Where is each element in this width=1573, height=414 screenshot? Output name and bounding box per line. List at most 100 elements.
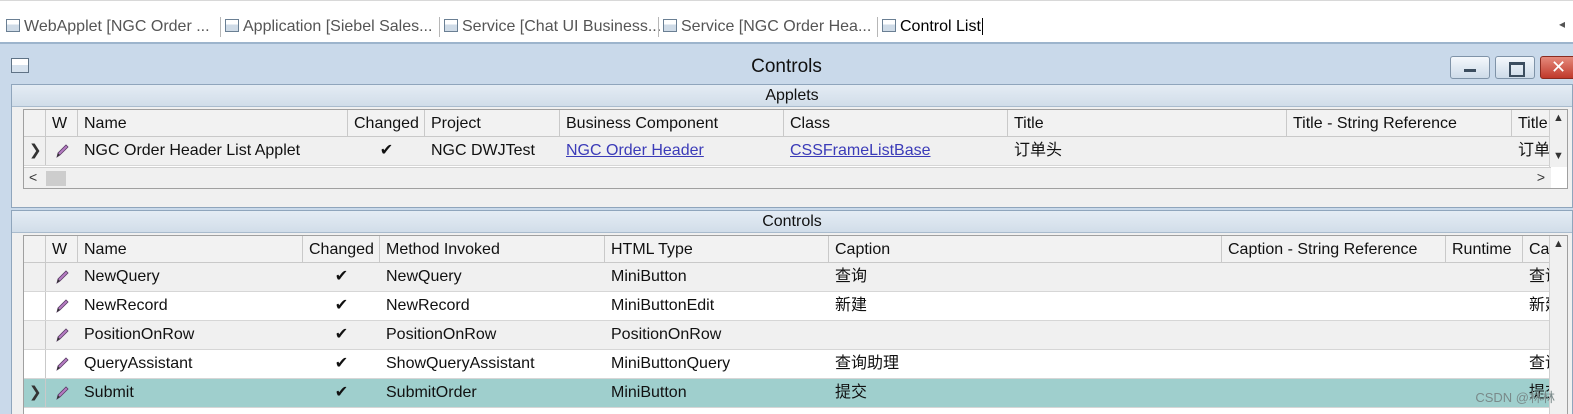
caption-2-cell: 新建 xyxy=(1529,297,1551,314)
column-header-caption-2[interactable]: Caption xyxy=(1523,236,1551,263)
document-icon xyxy=(6,19,20,32)
scroll-left-icon[interactable]: < xyxy=(29,169,37,185)
row-selector[interactable] xyxy=(24,292,46,320)
column-header-project[interactable]: Project xyxy=(425,110,560,137)
pencil-icon xyxy=(56,357,69,371)
current-row-icon: ❯ xyxy=(29,384,42,401)
column-header-html-type[interactable]: HTML Type xyxy=(605,236,829,263)
changed-check-icon: ✔ xyxy=(334,268,349,285)
scroll-up-icon[interactable]: ▲ xyxy=(1553,238,1564,250)
html-type-cell: MiniButton xyxy=(611,384,687,401)
pencil-icon xyxy=(56,386,69,400)
column-header-method-invoked[interactable]: Method Invoked xyxy=(380,236,605,263)
controls-section-title: Controls xyxy=(12,211,1572,233)
caption-cell: 提交 xyxy=(835,384,868,401)
table-row[interactable]: ❯ NGC Order Header List Applet ✔ NGC DWJ… xyxy=(24,137,1551,166)
pencil-icon xyxy=(56,144,69,158)
table-row[interactable]: ❯Submit✔SubmitOrderMiniButton提交提交 xyxy=(24,379,1551,408)
column-header-w[interactable]: W xyxy=(46,110,78,137)
column-header-caption-string-reference[interactable]: Caption - String Reference xyxy=(1222,236,1446,263)
column-header-runtime[interactable]: Runtime xyxy=(1446,236,1523,263)
document-icon xyxy=(663,19,677,32)
changed-check-icon: ✔ xyxy=(379,142,394,159)
row-selector[interactable] xyxy=(24,263,46,291)
column-header-business-component[interactable]: Business Component xyxy=(560,110,784,137)
scroll-up-icon[interactable]: ▲ xyxy=(1553,112,1564,124)
column-header-title[interactable]: Title xyxy=(1008,110,1287,137)
column-header-caption[interactable]: Caption xyxy=(829,236,1222,263)
column-header-class[interactable]: Class xyxy=(784,110,1008,137)
pencil-icon xyxy=(56,270,69,284)
row-selector[interactable]: ❯ xyxy=(24,379,46,407)
tab-control-list[interactable]: Control List xyxy=(882,15,983,39)
tab-application[interactable]: Application [Siebel Sales... xyxy=(225,15,432,39)
tab-separator xyxy=(877,17,878,37)
applets-panel: Applets W Name Changed Project Business … xyxy=(11,84,1573,208)
document-tab-bar: WebApplet [NGC Order ... Application [Si… xyxy=(0,0,1573,42)
controls-window: Controls ✕ Applets W Name Changed Projec… xyxy=(0,42,1573,414)
method-invoked-cell: NewRecord xyxy=(386,297,470,314)
title-2-cell: 订单头 xyxy=(1518,142,1551,159)
html-type-cell: MiniButtonQuery xyxy=(611,355,731,372)
column-header-w[interactable]: W xyxy=(46,236,78,263)
tab-separator xyxy=(220,17,221,37)
title-string-reference-cell xyxy=(1287,137,1512,165)
applets-section-title: Applets xyxy=(12,85,1572,107)
controls-grid: W Name Changed Method Invoked HTML Type … xyxy=(23,235,1568,414)
method-invoked-cell: NewQuery xyxy=(386,268,462,285)
column-header-changed[interactable]: Changed xyxy=(348,110,425,137)
changed-check-icon: ✔ xyxy=(334,355,349,372)
title-cell: 订单头 xyxy=(1014,142,1063,159)
class-link[interactable]: CSSFrameListBase xyxy=(784,137,1008,165)
close-button[interactable]: ✕ xyxy=(1540,56,1573,79)
table-row[interactable]: NewQuery ✔ NewQuery MiniButton 查询 查询 xyxy=(24,263,1551,292)
applets-horizontal-scrollbar[interactable]: < > xyxy=(24,167,1551,188)
html-type-cell: PositionOnRow xyxy=(611,326,722,343)
changed-check-icon: ✔ xyxy=(334,326,349,343)
maximize-button[interactable] xyxy=(1495,56,1535,79)
scroll-thumb[interactable] xyxy=(46,171,66,186)
row-selector[interactable]: ❯ xyxy=(24,137,46,165)
column-header-title-string-reference[interactable]: Title - String Reference xyxy=(1287,110,1512,137)
scroll-down-icon[interactable]: ▼ xyxy=(1553,150,1564,162)
applets-vertical-scrollbar[interactable]: ▲ ▼ xyxy=(1549,110,1567,167)
document-icon xyxy=(225,19,239,32)
scroll-right-icon[interactable]: > xyxy=(1537,169,1545,185)
caption-cell: 新建 xyxy=(835,297,868,314)
caption-2-cell: 查询 xyxy=(1529,268,1551,285)
pencil-icon xyxy=(56,299,69,313)
pencil-icon xyxy=(56,328,69,342)
controls-panel: Controls W Name Changed Method Invoked H… xyxy=(11,210,1573,414)
business-component-link[interactable]: NGC Order Header xyxy=(560,137,784,165)
control-name-cell: Submit xyxy=(84,384,134,401)
row-selector[interactable] xyxy=(24,321,46,349)
minimize-button[interactable] xyxy=(1450,56,1490,79)
tab-scroll-left-icon[interactable]: ◂ xyxy=(1559,17,1565,31)
applets-grid: W Name Changed Project Business Componen… xyxy=(23,109,1568,189)
caption-cell: 查询助理 xyxy=(835,355,900,372)
column-header-title-2[interactable]: Title xyxy=(1512,110,1551,137)
column-header-name[interactable]: Name xyxy=(78,236,303,263)
tab-service-ngc[interactable]: Service [NGC Order Hea... xyxy=(663,15,871,39)
method-invoked-cell: PositionOnRow xyxy=(386,326,497,343)
row-selector[interactable] xyxy=(24,350,46,378)
table-row[interactable]: PositionOnRow ✔ PositionOnRow PositionOnRow xyxy=(24,321,1551,350)
control-name-cell: QueryAssistant xyxy=(84,355,193,372)
selector-column-header xyxy=(24,110,46,137)
changed-check-icon: ✔ xyxy=(334,384,349,401)
control-name-cell: PositionOnRow xyxy=(84,326,195,343)
method-invoked-cell: SubmitOrder xyxy=(386,384,477,401)
column-header-changed[interactable]: Changed xyxy=(303,236,380,263)
column-header-name[interactable]: Name xyxy=(78,110,348,137)
tab-service-chat[interactable]: Service [Chat UI Business... xyxy=(444,15,661,39)
table-row[interactable]: QueryAssistant ✔ ShowQueryAssistant MiniBut… xyxy=(24,350,1551,379)
html-type-cell: MiniButton xyxy=(611,268,687,285)
table-row[interactable]: NewRecord ✔ NewRecord MiniButtonEdit 新建 新建 xyxy=(24,292,1551,321)
caption-2-cell: 查询 xyxy=(1529,355,1551,372)
window-title: Controls xyxy=(751,56,822,77)
selector-column-header xyxy=(24,236,46,263)
project-cell: NGC DWJTest xyxy=(431,142,535,159)
current-row-icon: ❯ xyxy=(29,142,42,159)
html-type-cell: MiniButtonEdit xyxy=(611,297,715,314)
tab-webapplet[interactable]: WebApplet [NGC Order ... xyxy=(6,15,210,39)
